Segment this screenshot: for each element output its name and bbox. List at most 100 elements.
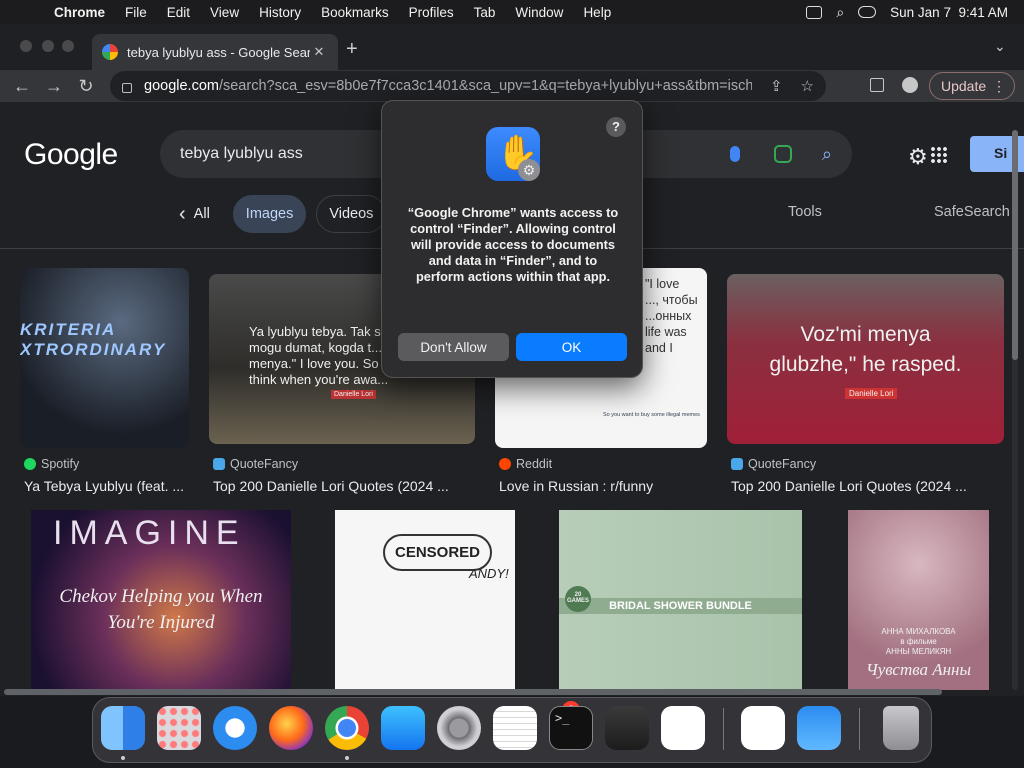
tab-title: tebya lyublyu ass - Google Search xyxy=(127,44,310,60)
url-host: google.com xyxy=(144,78,219,94)
profile-avatar-icon[interactable] xyxy=(902,77,918,93)
result-1-meta[interactable]: Spotify Ya Tebya Lyublyu (feat. ... xyxy=(24,456,190,494)
filter-images[interactable]: Images xyxy=(232,195,307,233)
google-logo[interactable]: Google xyxy=(24,138,118,172)
lock-icon[interactable] xyxy=(122,82,132,93)
dock-trash-icon[interactable] xyxy=(883,706,919,750)
dock-safari-icon[interactable] xyxy=(213,706,257,750)
result-4-meta[interactable]: QuoteFancy Top 200 Danielle Lori Quotes … xyxy=(731,456,1004,494)
menu-profiles[interactable]: Profiles xyxy=(399,5,464,20)
browser-toolbar: ← → ↻ google.com /search?sca_esv=8b0e7f7… xyxy=(0,70,1024,102)
menu-tab[interactable]: Tab xyxy=(464,5,506,20)
dialog-message: “Google Chrome” wants access to control … xyxy=(407,205,619,284)
result-image-6[interactable]: CENSORED ANDY! xyxy=(335,510,515,690)
help-button[interactable]: ? xyxy=(606,117,626,137)
settings-gear-icon[interactable]: ⚙ xyxy=(908,144,928,170)
dock-weather-icon[interactable] xyxy=(797,706,841,750)
result-image-8[interactable]: АННА МИХАЛКОВА в фильме АННЫ МЕЛИКЯН Чув… xyxy=(848,510,989,690)
menu-bookmarks[interactable]: Bookmarks xyxy=(311,5,399,20)
menu-history[interactable]: History xyxy=(249,5,311,20)
result-2-credit: Danielle Lori xyxy=(331,390,376,399)
quotefancy-favicon-icon xyxy=(731,458,743,470)
filter-all[interactable]: ‹ All xyxy=(166,195,223,233)
search-filter-bar: ‹ All Images Videos xyxy=(166,194,387,234)
chevron-left-icon: ‹ xyxy=(179,202,186,225)
result-image-4[interactable]: Voz'mi menya glubzhe," he rasped. Daniel… xyxy=(727,274,1004,444)
result-image-1[interactable]: KRITERIA XTRORDINARY xyxy=(20,268,189,448)
tab-close-icon[interactable]: ✕ xyxy=(310,44,328,60)
tab-search-chevron-icon[interactable]: ⌄ xyxy=(994,38,1006,55)
automation-hand-icon: ✋ ⚙ xyxy=(486,127,540,181)
new-tab-button[interactable]: + xyxy=(346,38,358,61)
filter-videos[interactable]: Videos xyxy=(316,195,387,233)
horizontal-scrollbar[interactable] xyxy=(4,689,942,695)
voice-search-icon[interactable] xyxy=(729,146,740,162)
spotlight-search-icon[interactable]: ⌕ xyxy=(836,4,844,21)
result-4-credit: Danielle Lori xyxy=(845,388,898,399)
dock-finder-icon[interactable] xyxy=(101,706,145,750)
side-panel-icon[interactable] xyxy=(870,78,884,92)
menu-file[interactable]: File xyxy=(115,5,157,20)
result-image-7[interactable]: BRIDAL SHOWER BUNDLE 20 GAMES xyxy=(559,510,802,690)
minimize-window-button[interactable] xyxy=(42,40,54,52)
dock-vscode-icon[interactable] xyxy=(661,706,705,750)
screen-mirroring-icon[interactable] xyxy=(806,5,823,19)
dont-allow-button[interactable]: Don't Allow xyxy=(398,333,509,361)
vertical-scrollbar-thumb[interactable] xyxy=(1012,130,1018,360)
tools-button[interactable]: Tools xyxy=(788,204,822,220)
bookmark-star-icon[interactable]: ☆ xyxy=(801,77,814,95)
share-icon[interactable]: ⇪ xyxy=(770,77,783,95)
macos-dock: 2 >_ xyxy=(92,697,932,763)
address-bar[interactable]: google.com /search?sca_esv=8b0e7f7cca3c1… xyxy=(110,71,826,101)
update-button[interactable]: Update ⋮ xyxy=(929,72,1015,100)
menu-view[interactable]: View xyxy=(200,5,249,20)
result-3-title[interactable]: Love in Russian : r/funny xyxy=(499,478,707,494)
google-lens-icon[interactable] xyxy=(773,145,792,163)
result-1-overlay: KRITERIA XTRORDINARY xyxy=(20,320,167,359)
dock-terminal-icon[interactable]: >_ xyxy=(549,706,593,750)
spotify-favicon-icon xyxy=(24,458,36,470)
dock-firefox-icon[interactable] xyxy=(269,706,313,750)
chrome-running-dot xyxy=(345,756,349,760)
result-2-meta[interactable]: QuoteFancy Top 200 Danielle Lori Quotes … xyxy=(213,456,475,494)
dock-launchpad-icon[interactable] xyxy=(157,706,201,750)
result-2-title[interactable]: Top 200 Danielle Lori Quotes (2024 ... xyxy=(213,478,475,494)
control-center-icon[interactable] xyxy=(858,6,877,18)
dock-textedit-icon[interactable] xyxy=(493,706,537,750)
result-1-title[interactable]: Ya Tebya Lyublyu (feat. ... xyxy=(24,478,190,494)
search-icon[interactable]: ⌕ xyxy=(822,144,832,165)
menu-clock[interactable]: Sun Jan 7 9:41 AM xyxy=(890,5,1008,20)
dock-app-store-icon[interactable] xyxy=(381,706,425,750)
back-arrow-icon[interactable]: ← xyxy=(6,76,38,97)
result-3-meta[interactable]: Reddit Love in Russian : r/funny xyxy=(499,456,707,494)
games-badge: 20 GAMES xyxy=(565,586,591,612)
dock-visual-studio-icon[interactable] xyxy=(741,706,785,750)
book-author: АННА МИХАЛКОВА в фильме АННЫ МЕЛИКЯН xyxy=(881,627,956,656)
finder-running-dot xyxy=(121,756,125,760)
active-tab[interactable]: tebya lyublyu ass - Google Search ✕ xyxy=(92,34,338,70)
result-4-title[interactable]: Top 200 Danielle Lori Quotes (2024 ... xyxy=(731,478,1004,494)
ok-button[interactable]: OK xyxy=(516,333,627,361)
reddit-favicon-icon xyxy=(499,458,511,470)
zoom-window-button[interactable] xyxy=(62,40,74,52)
tab-strip: tebya lyublyu ass - Google Search ✕ + ⌄ xyxy=(0,24,1024,70)
menu-help[interactable]: Help xyxy=(573,5,621,20)
reload-icon[interactable]: ↻ xyxy=(70,76,102,97)
menu-edit[interactable]: Edit xyxy=(157,5,200,20)
result-2-overlay: Ya lyublyu tebya. Tak s... mogu dumat, k… xyxy=(249,324,397,387)
dock-garageband-icon[interactable] xyxy=(605,706,649,750)
result-image-5[interactable]: IMAGINE Chekov Helping you When You're I… xyxy=(31,510,291,690)
close-window-button[interactable] xyxy=(20,40,32,52)
macos-menu-bar: Chrome File Edit View History Bookmarks … xyxy=(0,0,1024,24)
dock-chrome-icon[interactable] xyxy=(325,706,369,750)
dock-system-settings-icon[interactable] xyxy=(437,706,481,750)
kebab-menu-icon[interactable]: ⋮ xyxy=(992,78,1006,95)
forward-arrow-icon[interactable]: → xyxy=(38,76,70,97)
imagine-title: IMAGINE xyxy=(53,514,246,552)
gear-badge-icon: ⚙ xyxy=(518,159,540,181)
menu-app-name[interactable]: Chrome xyxy=(44,5,115,20)
google-apps-icon[interactable] xyxy=(930,146,948,164)
bridal-bundle-title: BRIDAL SHOWER BUNDLE xyxy=(559,598,802,614)
menu-window[interactable]: Window xyxy=(505,5,573,20)
safesearch-button[interactable]: SafeSearch xyxy=(934,204,1010,220)
